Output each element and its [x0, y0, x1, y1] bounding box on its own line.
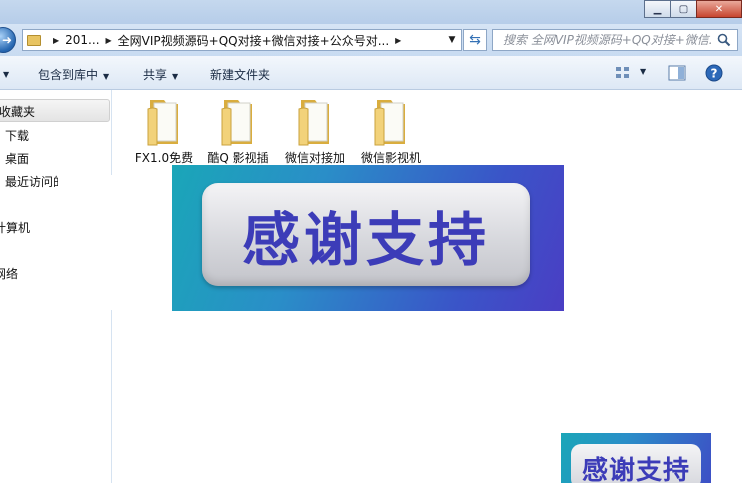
new-folder-button[interactable]: 新建文件夹 [210, 66, 270, 83]
address-dropdown-icon[interactable]: ▼ [443, 30, 461, 50]
share-label: 共享 [143, 68, 168, 82]
folder-item[interactable]: 微信影视机 [356, 97, 426, 166]
include-in-library-label: 包含到库中 [38, 68, 99, 82]
preview-pane-icon[interactable] [668, 65, 686, 81]
folder-label: FX1.0免费 [134, 151, 194, 165]
search-input[interactable] [503, 33, 713, 47]
mini-banner-text: 感谢支持 [581, 456, 690, 483]
banner-text: 感谢支持 [241, 205, 490, 274]
breadcrumb-arrow-icon[interactable]: ▶ [53, 36, 59, 45]
minimize-button[interactable]: ▁ [644, 0, 671, 18]
search-icon[interactable] [717, 33, 731, 47]
folder-item[interactable]: FX1.0免费 [129, 97, 199, 166]
folder-icon [298, 100, 329, 146]
breadcrumb-arrow-icon[interactable]: ▶ [395, 36, 401, 45]
nav-item-computer[interactable]: 计算机 [0, 219, 30, 236]
nav-item-downloads[interactable]: 下载 [5, 127, 29, 144]
help-icon[interactable]: ? [705, 64, 723, 82]
address-bar[interactable]: ▶ 201... ▶ 全网VIP视频源码+QQ对接+微信对接+公众号对... ▶… [22, 29, 462, 51]
folder-item[interactable]: 微信对接加 [280, 97, 350, 166]
svg-text:?: ? [711, 67, 718, 81]
back-arrow-icon: ➜ [1, 33, 13, 47]
change-view-icon[interactable] [615, 65, 631, 81]
nav-item-recent[interactable]: 最近访问的 [5, 173, 65, 190]
thanks-mini-banner: 感谢支持 [561, 433, 711, 483]
folder-item[interactable]: 酷Q 影视插 [203, 97, 273, 166]
title-bar: ▁ ▢ ✕ [0, 0, 742, 24]
address-bar-row: ➜ ▶ 201... ▶ 全网VIP视频源码+QQ对接+微信对接+公众号对...… [0, 24, 742, 56]
folder-label: 微信对接加 [284, 151, 345, 165]
nav-item-desktop[interactable]: 桌面 [5, 150, 29, 167]
command-toolbar: ▼ 包含到库中 ▼ 共享 ▼ 新建文件夹 ▼ ? [0, 56, 742, 90]
folder-icon [27, 34, 41, 46]
banner-plate: 感谢支持 [202, 183, 530, 286]
folder-icon [221, 100, 252, 146]
thanks-banner: 感谢支持 [172, 165, 564, 311]
breadcrumb-arrow-icon[interactable]: ▶ [106, 36, 112, 45]
organize-dropdown-icon[interactable]: ▼ [0, 66, 9, 80]
include-in-library-button[interactable]: 包含到库中 ▼ [38, 66, 109, 83]
breadcrumb-item[interactable]: 201... [65, 33, 99, 47]
mini-banner-plate: 感谢支持 [571, 444, 701, 483]
back-button[interactable]: ➜ [0, 27, 16, 53]
search-box[interactable] [492, 29, 738, 51]
share-button[interactable]: 共享 ▼ [143, 66, 178, 83]
folder-label: 酷Q 影视插 [207, 151, 269, 165]
refresh-icon: ⇆ [469, 32, 481, 48]
refresh-button[interactable]: ⇆ [463, 29, 487, 51]
close-button[interactable]: ✕ [696, 0, 742, 18]
nav-item-network[interactable]: 网络 [0, 265, 18, 282]
folder-icon [147, 100, 178, 146]
folder-icon [374, 100, 405, 146]
chevron-down-icon: ▼ [172, 72, 179, 81]
chevron-down-icon: ▼ [103, 72, 110, 81]
breadcrumb-item[interactable]: 全网VIP视频源码+QQ对接+微信对接+公众号对... [118, 32, 389, 49]
caption-buttons: ▁ ▢ ✕ [644, 0, 742, 18]
maximize-button[interactable]: ▢ [670, 0, 697, 18]
view-options-chevron-icon[interactable]: ▼ [640, 67, 646, 76]
folder-label: 微信影视机 [360, 151, 421, 165]
nav-item-favorites[interactable]: 收藏夹 [0, 99, 110, 122]
